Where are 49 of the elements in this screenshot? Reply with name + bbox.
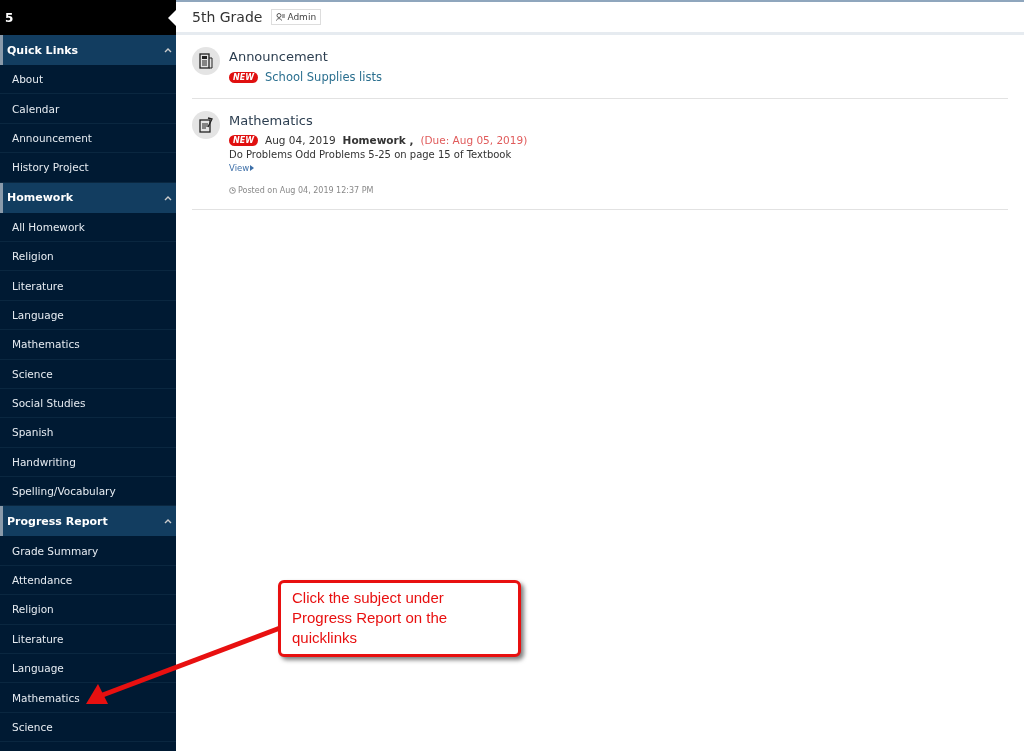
sidebar-item[interactable]: Grade Summary	[0, 536, 176, 566]
page-title: 5th Grade	[192, 9, 263, 25]
sidebar-item[interactable]: Mathematics	[0, 330, 176, 360]
post-body: Do Problems Odd Problems 5-25 on page 15 of Textbook	[229, 149, 513, 160]
sidebar-item[interactable]: Religion	[0, 595, 176, 625]
sidebar-item[interactable]: Religion	[0, 241, 176, 272]
due-date: (Due: Aug 05, 2019)	[420, 134, 528, 146]
chevron-up-icon	[164, 194, 172, 201]
sidebar-item[interactable]: Calendar	[0, 94, 176, 124]
post-date: Aug 04, 2019	[265, 134, 336, 146]
sidebar-item[interactable]: Literature	[0, 271, 176, 301]
post-title: Announcement	[229, 49, 329, 64]
view-link[interactable]: View	[229, 163, 528, 173]
clock-icon	[229, 187, 236, 194]
pointer-notch	[168, 10, 176, 26]
sidebar-item[interactable]: About	[0, 65, 176, 95]
callout-note: Click the subject under Progress Report on the quicklinks	[278, 580, 521, 657]
section-header[interactable]: Quick Links	[0, 35, 176, 65]
sidebar-item[interactable]: Social Studies	[0, 388, 176, 419]
post-type: Homework ,	[342, 134, 414, 146]
caret-icon	[250, 165, 255, 171]
new-badge: NEW	[229, 134, 258, 146]
posted-text: Posted on Aug 04, 2019 12:37 PM	[238, 186, 374, 195]
role-label: Admin	[287, 12, 317, 22]
sidebar-item[interactable]: Language	[0, 300, 176, 331]
announcement-link[interactable]: School Supplies lists	[265, 70, 382, 84]
user-icon	[276, 13, 286, 21]
sidebar-item[interactable]: Science	[0, 712, 176, 743]
new-badge: NEW	[229, 71, 258, 83]
document-pencil-icon	[199, 117, 213, 133]
chevron-up-icon	[164, 47, 172, 53]
section-title: Progress Report	[7, 514, 108, 528]
sidebar-item[interactable]: Science	[0, 359, 176, 389]
sidebar-item[interactable]: Spanish	[0, 418, 176, 448]
sidebar-item[interactable]: Language	[0, 654, 176, 684]
chevron-up-icon	[164, 518, 172, 525]
section-title: Homework	[7, 191, 74, 205]
sidebar-item[interactable]: Literature	[0, 624, 176, 655]
newspaper-icon	[199, 53, 213, 69]
sidebar-item[interactable]: History Project	[0, 153, 176, 183]
sidebar-item[interactable]: All Homework	[0, 212, 176, 242]
sidebar-item[interactable]: Handwriting	[0, 447, 176, 478]
section-header[interactable]: Progress Report	[0, 506, 176, 537]
class-number: 5	[5, 10, 14, 25]
sidebar-item[interactable]: Attendance	[0, 565, 176, 596]
section-header[interactable]: Homework	[0, 182, 176, 213]
section-title: Quick Links	[7, 43, 79, 57]
post-title: Mathematics	[229, 113, 314, 128]
sidebar-item[interactable]: Announcement	[0, 123, 176, 154]
